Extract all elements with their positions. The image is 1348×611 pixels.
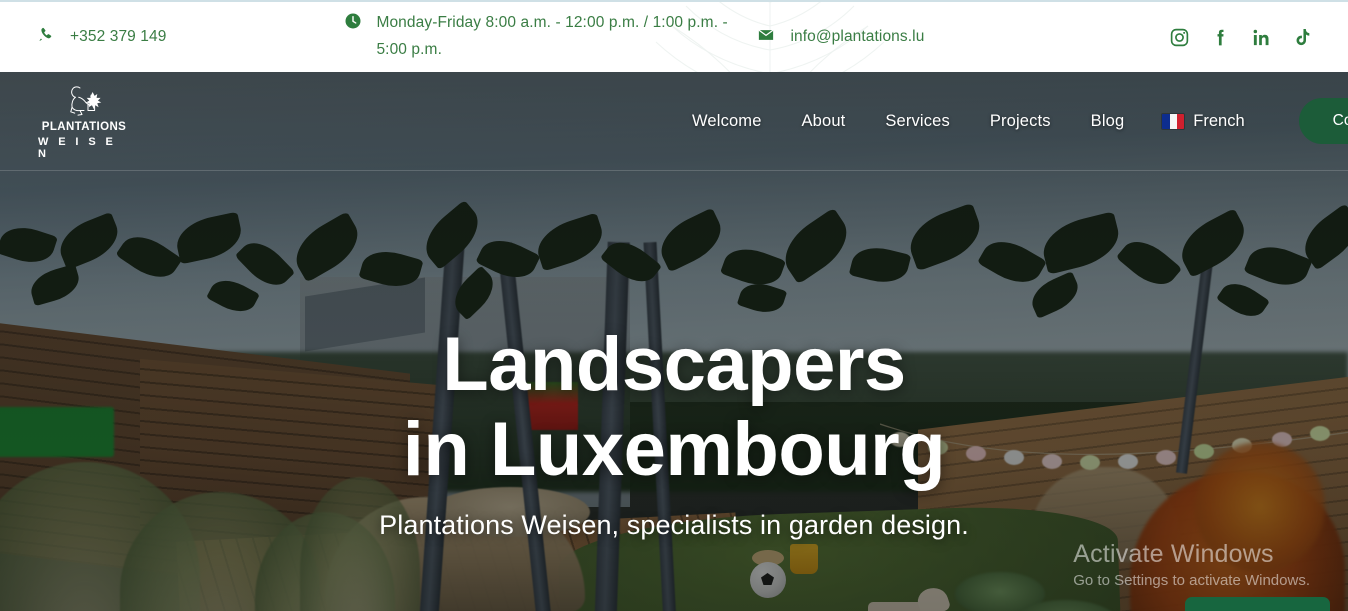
clock-icon <box>344 12 362 35</box>
hero-title: Landscapers in Luxembourg <box>0 322 1348 492</box>
main-navigation: PLANTATIONS W E I S E N Welcome About Se… <box>0 72 1348 170</box>
hero-content: Landscapers in Luxembourg Plantations We… <box>0 322 1348 541</box>
nav-divider <box>0 170 1348 171</box>
hero-section: PLANTATIONS W E I S E N Welcome About Se… <box>0 72 1348 611</box>
topbar-email[interactable]: info@plantations.lu <box>757 24 924 51</box>
language-switcher[interactable]: French <box>1144 112 1262 131</box>
site-logo[interactable]: PLANTATIONS W E I S E N <box>38 84 130 160</box>
page-root: +352 379 149 Monday-Friday 8:00 a.m. - 1… <box>0 0 1348 611</box>
facebook-icon[interactable] <box>1208 24 1232 50</box>
nav-links: Welcome About Services Projects Blog Fre… <box>672 98 1348 144</box>
nav-item-projects[interactable]: Projects <box>970 112 1071 131</box>
top-utility-bar: +352 379 149 Monday-Friday 8:00 a.m. - 1… <box>0 0 1348 72</box>
instagram-icon[interactable] <box>1167 24 1191 50</box>
fr-flag-icon <box>1162 113 1185 129</box>
topbar-hours-text: Monday-Friday 8:00 a.m. - 12:00 p.m. / 1… <box>376 14 728 58</box>
envelope-icon <box>757 26 775 49</box>
nav-item-about[interactable]: About <box>782 112 866 131</box>
topbar-email-text: info@plantations.lu <box>790 27 925 45</box>
bottom-floating-chip[interactable] <box>1185 597 1330 611</box>
language-label: French <box>1193 111 1245 130</box>
nav-item-welcome[interactable]: Welcome <box>672 112 782 131</box>
nav-item-blog[interactable]: Blog <box>1071 112 1145 131</box>
contact-button[interactable]: Contact <box>1298 98 1348 144</box>
linkedin-icon[interactable] <box>1249 24 1273 50</box>
hero-subtitle: Plantations Weisen, specialists in garde… <box>379 510 969 541</box>
topbar-phone[interactable]: +352 379 149 <box>38 24 166 51</box>
topbar-phone-text: +352 379 149 <box>70 27 167 45</box>
watermark-title: Activate Windows <box>1073 540 1274 569</box>
logo-subtitle: W E I S E N <box>38 136 117 160</box>
nav-item-services[interactable]: Services <box>865 112 969 131</box>
social-links <box>1167 24 1314 50</box>
tiktok-icon[interactable] <box>1290 24 1314 50</box>
windows-activation-watermark: Activate Windows Go to Settings to activ… <box>1073 540 1310 589</box>
topbar-hours: Monday-Friday 8:00 a.m. - 12:00 p.m. / 1… <box>344 10 729 63</box>
hero-title-line1: Landscapers <box>442 322 906 407</box>
logo-name: PLANTATIONS <box>41 120 127 133</box>
phone-icon <box>38 26 55 48</box>
hero-title-line2: in Luxembourg <box>402 407 946 493</box>
gardener-logo-icon <box>70 86 102 116</box>
watermark-subtitle: Go to Settings to activate Windows. <box>1073 572 1310 589</box>
